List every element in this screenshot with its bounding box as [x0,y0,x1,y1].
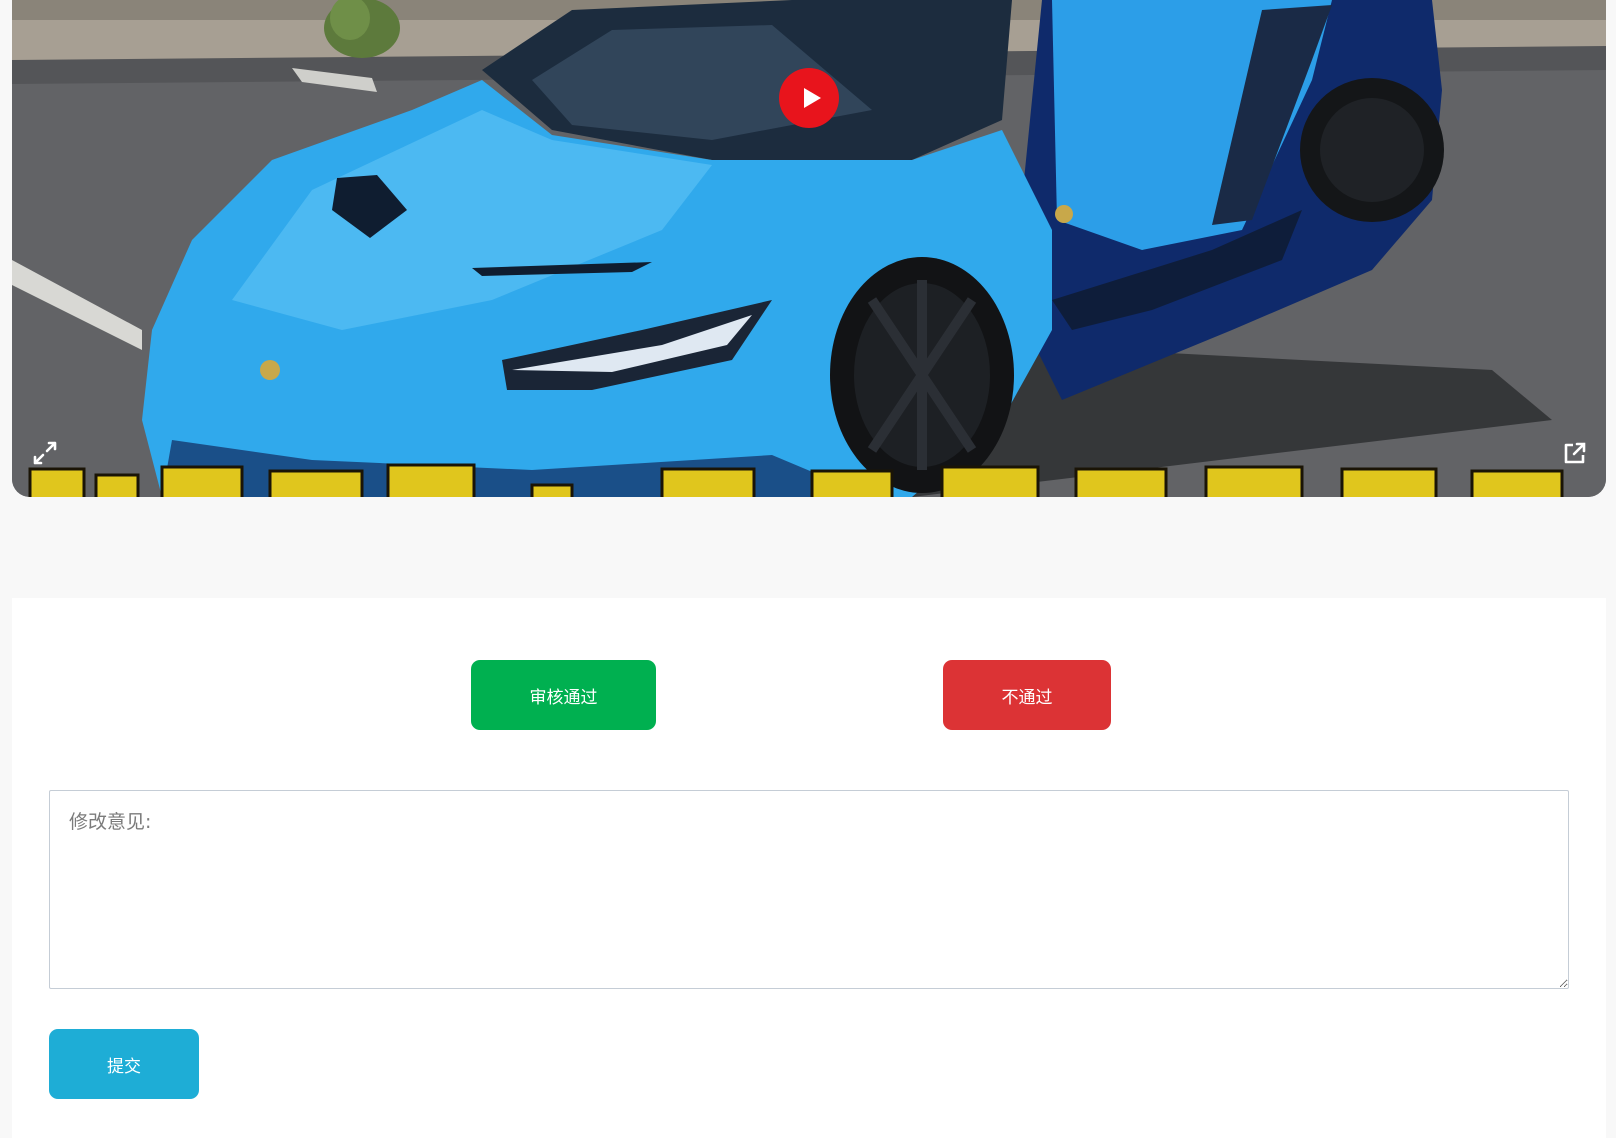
review-panel: 审核通过 不通过 提交 [12,598,1606,1138]
video-caption-band [12,463,1606,497]
play-icon [804,88,821,108]
reject-button[interactable]: 不通过 [943,660,1111,730]
video-player[interactable] [12,0,1606,497]
approve-button[interactable]: 审核通过 [471,660,656,730]
submit-button[interactable]: 提交 [49,1029,199,1099]
comments-textarea[interactable] [49,790,1569,989]
play-button[interactable] [779,68,839,128]
